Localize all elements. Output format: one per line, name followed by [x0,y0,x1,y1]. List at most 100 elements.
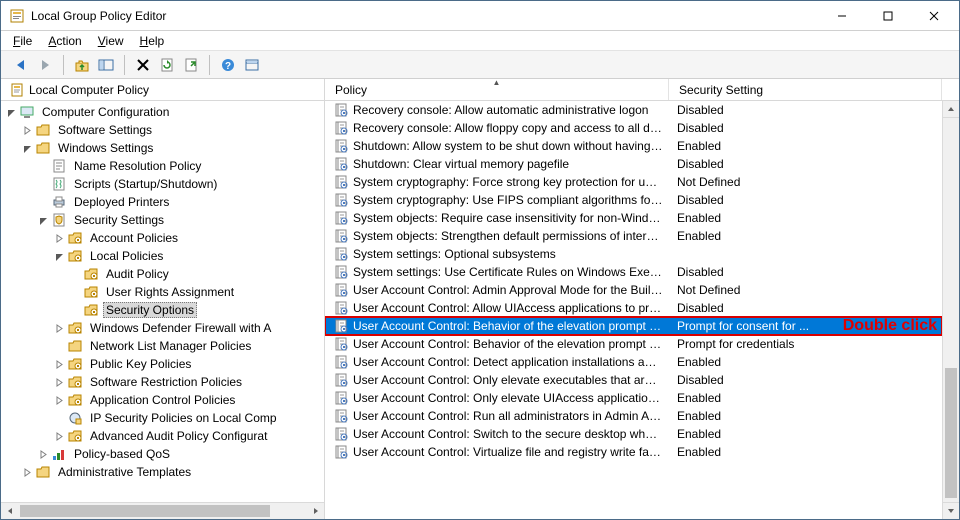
tree[interactable]: Computer ConfigurationSoftware SettingsW… [1,101,324,502]
list-row[interactable]: User Account Control: Virtualize file an… [325,443,942,461]
menu-file[interactable]: File [7,33,38,49]
expand-toggle[interactable] [21,466,33,478]
tree-item[interactable]: Local Policies [1,247,324,265]
tree-item[interactable]: Software Restriction Policies [1,373,324,391]
tree-item[interactable]: Name Resolution Policy [1,157,324,175]
properties-button[interactable] [240,54,264,76]
sort-ascending-icon: ▲ [493,79,501,87]
tree-item[interactable]: Public Key Policies [1,355,324,373]
list-row[interactable]: User Account Control: Allow UIAccess app… [325,299,942,317]
expand-toggle[interactable] [53,250,65,262]
tree-item[interactable]: Computer Configuration [1,103,324,121]
hscroll-track[interactable] [18,503,307,519]
list-row[interactable]: System cryptography: Use FIPS compliant … [325,191,942,209]
list-row[interactable]: User Account Control: Switch to the secu… [325,425,942,443]
policy-name: User Account Control: Allow UIAccess app… [353,301,669,315]
show-hide-tree-button[interactable] [94,54,118,76]
expand-toggle[interactable] [5,106,17,118]
column-policy[interactable]: Policy ▲ [325,79,669,100]
expand-toggle[interactable] [53,232,65,244]
tree-item[interactable]: IP Security Policies on Local Comp [1,409,324,427]
menu-view[interactable]: View [92,33,130,49]
tree-item[interactable]: Security Settings [1,211,324,229]
policy-value: Enabled [669,139,721,153]
tree-header: Local Computer Policy [1,79,324,101]
expand-toggle[interactable] [21,142,33,154]
scroll-down-button[interactable] [943,502,959,519]
list-row[interactable]: Shutdown: Allow system to be shut down w… [325,137,942,155]
tree-item[interactable]: Windows Settings [1,139,324,157]
list-row[interactable]: User Account Control: Only elevate UIAcc… [325,389,942,407]
up-button[interactable] [70,54,94,76]
tree-hscrollbar[interactable] [1,502,324,519]
tree-item[interactable]: Account Policies [1,229,324,247]
list-row[interactable]: User Account Control: Detect application… [325,353,942,371]
expand-toggle[interactable] [53,394,65,406]
tree-item[interactable]: Windows Defender Firewall with A [1,319,324,337]
export-button[interactable] [179,54,203,76]
help-button[interactable]: ? [216,54,240,76]
scroll-left-button[interactable] [1,503,18,519]
list-vscrollbar[interactable] [942,101,959,519]
close-button[interactable] [911,1,957,30]
tree-item[interactable]: Scripts (Startup/Shutdown) [1,175,324,193]
expand-toggle[interactable] [53,430,65,442]
tree-item[interactable]: Application Control Policies [1,391,324,409]
policy-name: System settings: Optional subsystems [353,247,669,261]
tree-item[interactable]: Deployed Printers [1,193,324,211]
policy-icon [333,354,349,370]
list-row[interactable]: User Account Control: Only elevate execu… [325,371,942,389]
menu-action[interactable]: Action [42,33,87,49]
policy-icon [333,102,349,118]
tree-item[interactable]: User Rights Assignment [1,283,324,301]
list-row[interactable]: System cryptography: Force strong key pr… [325,173,942,191]
tree-item[interactable]: Administrative Templates [1,463,324,481]
policy-name: System settings: Use Certificate Rules o… [353,265,669,279]
tree-item[interactable]: Policy-based QoS [1,445,324,463]
list-row[interactable]: User Account Control: Admin Approval Mod… [325,281,942,299]
tree-item[interactable]: Security Options [1,301,324,319]
tree-item[interactable]: Audit Policy [1,265,324,283]
delete-button[interactable] [131,54,155,76]
folderl-icon [83,302,99,318]
expand-toggle[interactable] [53,358,65,370]
vscroll-track[interactable] [943,118,959,502]
list-row[interactable]: User Account Control: Behavior of the el… [325,317,942,335]
expand-toggle[interactable] [53,322,65,334]
list-row[interactable]: System objects: Require case insensitivi… [325,209,942,227]
column-security-setting[interactable]: Security Setting [669,79,942,100]
tree-item[interactable]: Software Settings [1,121,324,139]
forward-button[interactable] [33,54,57,76]
vscroll-thumb[interactable] [945,368,957,498]
expand-toggle[interactable] [53,376,65,388]
tree-item-label: Windows Defender Firewall with A [87,320,274,336]
maximize-button[interactable] [865,1,911,30]
folderl-icon [83,284,99,300]
expand-toggle[interactable] [21,124,33,136]
sec-icon [51,212,67,228]
folder-icon [67,338,83,354]
menu-help[interactable]: Help [134,33,171,49]
list-row[interactable]: Recovery console: Allow automatic admini… [325,101,942,119]
hscroll-thumb[interactable] [20,505,270,517]
list-row[interactable]: Shutdown: Clear virtual memory pagefileD… [325,155,942,173]
expand-toggle[interactable] [37,448,49,460]
doc-icon [51,158,67,174]
expand-toggle[interactable] [37,214,49,226]
policy-icon [333,426,349,442]
list-row[interactable]: User Account Control: Behavior of the el… [325,335,942,353]
list-row[interactable]: Recovery console: Allow floppy copy and … [325,119,942,137]
list-row[interactable]: System settings: Optional subsystems [325,245,942,263]
refresh-button[interactable] [155,54,179,76]
minimize-button[interactable] [819,1,865,30]
list-row[interactable]: User Account Control: Run all administra… [325,407,942,425]
tree-item[interactable]: Network List Manager Policies [1,337,324,355]
list-row[interactable]: System settings: Use Certificate Rules o… [325,263,942,281]
list-rows[interactable]: Recovery console: Allow automatic admini… [325,101,942,519]
scroll-up-button[interactable] [943,101,959,118]
scroll-right-button[interactable] [307,503,324,519]
tree-item[interactable]: Advanced Audit Policy Configurat [1,427,324,445]
back-button[interactable] [9,54,33,76]
policy-value: Enabled [669,355,721,369]
list-row[interactable]: System objects: Strengthen default permi… [325,227,942,245]
